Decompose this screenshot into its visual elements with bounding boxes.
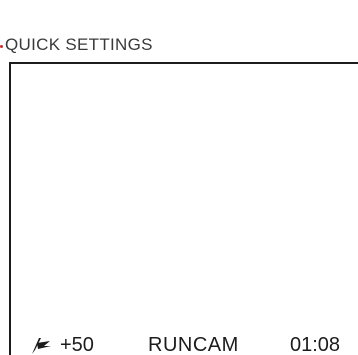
flag-icon [32,338,51,354]
page-title: QUICK SETTINGS [5,35,153,54]
header: QUICK SETTINGS [0,34,153,56]
quick-settings-screen: QUICK SETTINGS +50 RUNCAM 01:08 [0,0,358,355]
camera-name: RUNCAM [148,334,239,355]
accent-dot [0,44,3,48]
settings-panel [9,62,358,355]
offset-value: +50 [60,334,94,355]
time-readout: 01:08 [290,334,341,355]
